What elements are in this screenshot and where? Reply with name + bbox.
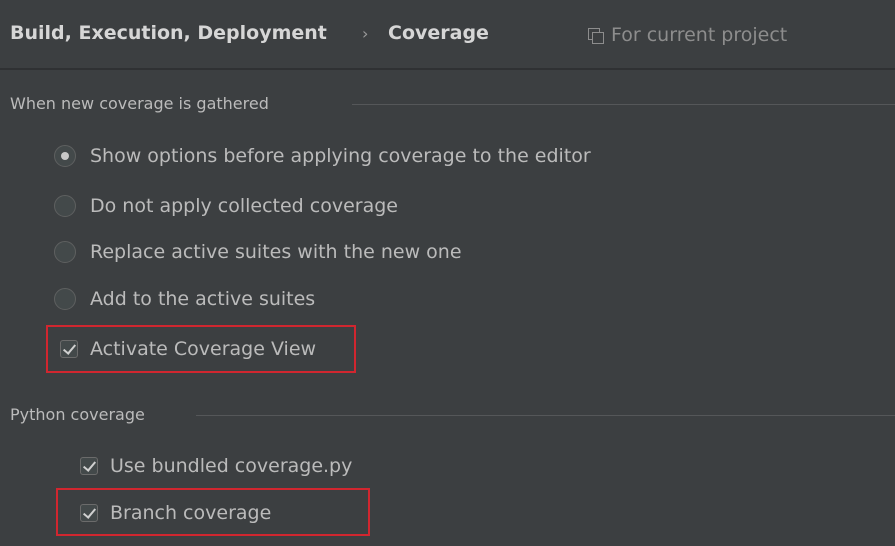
project-scope-text: For current project <box>611 24 788 46</box>
radio-show-options[interactable]: Show options before applying coverage to… <box>54 145 591 167</box>
radio-add-to-active-suites[interactable]: Add to the active suites <box>54 288 315 310</box>
red-highlight-box <box>56 488 370 536</box>
radio-button[interactable] <box>54 241 76 263</box>
radio-label: Replace active suites with the new one <box>90 241 462 263</box>
radio-do-not-apply[interactable]: Do not apply collected coverage <box>54 195 398 217</box>
breadcrumb-coverage: Coverage <box>388 22 489 44</box>
radio-button[interactable] <box>54 288 76 310</box>
radio-label: Add to the active suites <box>90 288 316 310</box>
section-title-gathered: When new coverage is gathered <box>10 94 269 113</box>
checkbox-label: Use bundled coverage.py <box>110 455 353 477</box>
checkbox-use-bundled-coverage[interactable]: Use bundled coverage.py <box>80 455 352 477</box>
radio-button-selected[interactable] <box>54 145 76 167</box>
settings-header: Build, Execution, Deployment › Coverage … <box>0 0 895 70</box>
red-highlight-box <box>46 325 356 373</box>
copy-icon <box>588 27 604 44</box>
radio-button[interactable] <box>54 195 76 217</box>
radio-label: Show options before applying coverage to… <box>90 145 591 167</box>
section-divider <box>352 104 895 105</box>
breadcrumb-build-execution-deployment[interactable]: Build, Execution, Deployment <box>10 22 327 44</box>
radio-replace-active-suites[interactable]: Replace active suites with the new one <box>54 241 462 263</box>
radio-label: Do not apply collected coverage <box>90 195 398 217</box>
checkbox-checked[interactable] <box>80 457 98 475</box>
section-divider <box>196 415 895 416</box>
project-scope-label: For current project <box>588 24 787 46</box>
breadcrumb-separator: › <box>362 24 369 43</box>
header-divider <box>0 68 895 70</box>
section-title-python: Python coverage <box>10 405 145 424</box>
